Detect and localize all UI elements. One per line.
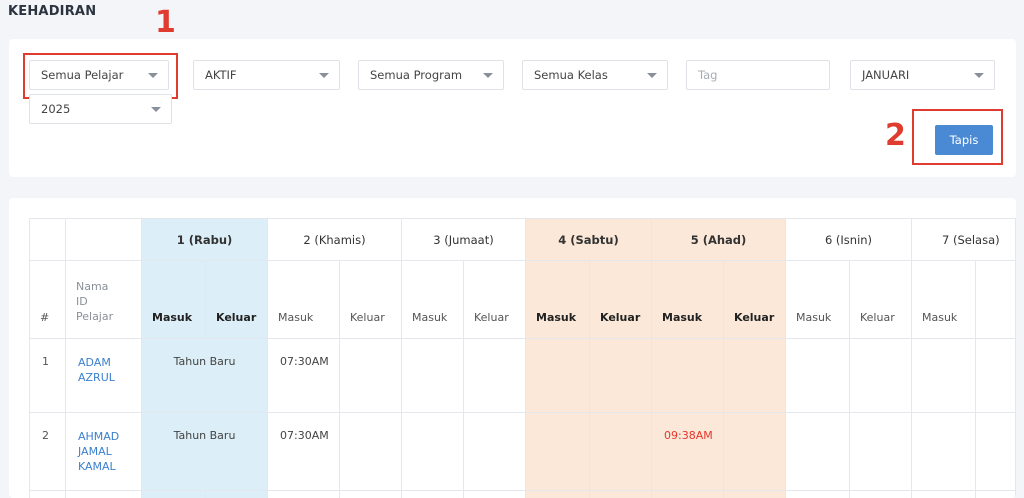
- row-number: 2: [29, 412, 66, 491]
- time-in-cell: [785, 412, 850, 491]
- in-header: Masuk: [141, 260, 206, 339]
- time-out-cell: [723, 412, 786, 491]
- name-header-line: Nama: [76, 280, 109, 293]
- time-out-cell: [723, 338, 786, 413]
- out-header: Keluar: [463, 260, 526, 339]
- attendance-card: 1 (Rabu) 2 (Khamis) 3 (Jumaat) 4 (Sabtu)…: [9, 198, 1016, 498]
- time-in-cell: 07:30AM: [267, 412, 340, 491]
- day-header: 6 (Isnin): [785, 218, 912, 261]
- holiday-cell: Tahun Baru: [141, 338, 268, 413]
- chevron-down-icon: [151, 107, 161, 112]
- program-select[interactable]: Semua Program: [358, 60, 504, 90]
- year-select-value: 2025: [41, 102, 71, 116]
- table-row: [29, 490, 1016, 498]
- page-title: KEHADIRAN: [8, 4, 97, 19]
- status-select[interactable]: AKTIF: [193, 60, 340, 90]
- out-header: Keluar: [339, 260, 402, 339]
- chevron-down-icon: [483, 73, 493, 78]
- callout-box-1: [23, 53, 178, 99]
- out-header: Keluar: [849, 260, 912, 339]
- student-name-line: KAMAL: [78, 460, 116, 473]
- in-header: Masuk: [267, 260, 340, 339]
- name-header-line: ID: [76, 295, 88, 308]
- time-out-cell: [849, 412, 912, 491]
- time-out-cell: [975, 338, 1016, 413]
- name-header-line: Pelajar: [76, 310, 114, 323]
- in-header: Masuk: [785, 260, 850, 339]
- class-select-value: Semua Kelas: [534, 68, 608, 82]
- time-in-cell: [525, 412, 590, 491]
- name-header: Nama ID Pelajar: [65, 260, 142, 339]
- callout-number-1: 1: [155, 5, 176, 40]
- student-name-link[interactable]: ADAM AZRUL: [65, 338, 142, 413]
- time-in-cell: [651, 338, 724, 413]
- out-header: Keluar: [723, 260, 786, 339]
- time-out-cell: [849, 338, 912, 413]
- corner-cell: [29, 218, 66, 261]
- in-header: Masuk: [651, 260, 724, 339]
- number-header: #: [29, 260, 66, 339]
- tag-input[interactable]: Tag: [686, 60, 830, 90]
- time-in-cell: [785, 338, 850, 413]
- time-in-cell: [911, 412, 976, 491]
- program-select-value: Semua Program: [370, 68, 463, 82]
- attendance-table: 1 (Rabu) 2 (Khamis) 3 (Jumaat) 4 (Sabtu)…: [29, 218, 1016, 498]
- student-name-link[interactable]: AHMAD JAMAL KAMAL: [65, 412, 142, 491]
- out-header: [975, 260, 1016, 339]
- time-in-cell: [911, 338, 976, 413]
- in-header: Masuk: [911, 260, 976, 339]
- table-row: 1 ADAM AZRUL Tahun Baru 07:30AM: [29, 338, 1016, 413]
- callout-number-2: 2: [885, 118, 906, 153]
- out-header: Keluar: [205, 260, 268, 339]
- row-number: 1: [29, 338, 66, 413]
- time-in-cell: 09:38AM: [651, 412, 724, 491]
- tag-input-placeholder: Tag: [698, 68, 718, 82]
- chevron-down-icon: [647, 73, 657, 78]
- time-out-cell: [589, 412, 652, 491]
- time-out-cell: [975, 412, 1016, 491]
- name-corner-cell: [65, 218, 142, 261]
- in-header: Masuk: [525, 260, 590, 339]
- student-name-line: AZRUL: [78, 371, 115, 384]
- in-header: Masuk: [401, 260, 464, 339]
- holiday-cell: Tahun Baru: [141, 412, 268, 491]
- time-out-cell: [463, 338, 526, 413]
- filter-panel: Semua Pelajar AKTIF Semua Program Semua …: [9, 39, 1016, 177]
- time-in-cell: [401, 338, 464, 413]
- day-header: 7 (Selasa): [911, 218, 1016, 261]
- time-out-cell: [339, 338, 402, 413]
- day-header: 5 (Ahad): [651, 218, 786, 261]
- month-select[interactable]: JANUARI: [850, 60, 995, 90]
- day-header: 4 (Sabtu): [525, 218, 652, 261]
- day-header: 3 (Jumaat): [401, 218, 526, 261]
- out-header: Keluar: [589, 260, 652, 339]
- filter-button[interactable]: Tapis: [935, 125, 993, 155]
- time-in-cell: 07:30AM: [267, 338, 340, 413]
- chevron-down-icon: [319, 73, 329, 78]
- day-header: 1 (Rabu): [141, 218, 268, 261]
- time-out-cell: [463, 412, 526, 491]
- chevron-down-icon: [974, 73, 984, 78]
- month-select-value: JANUARI: [862, 68, 910, 82]
- student-name-line: JAMAL: [78, 445, 112, 458]
- student-name-line: ADAM: [78, 356, 111, 369]
- time-in-cell: [525, 338, 590, 413]
- time-out-cell: [339, 412, 402, 491]
- year-select[interactable]: 2025: [29, 94, 172, 124]
- time-out-cell: [589, 338, 652, 413]
- class-select[interactable]: Semua Kelas: [522, 60, 668, 90]
- table-row: 2 AHMAD JAMAL KAMAL Tahun Baru 07:30AM 0…: [29, 412, 1016, 491]
- status-select-value: AKTIF: [205, 68, 237, 82]
- student-name-line: AHMAD: [78, 430, 120, 443]
- day-header: 2 (Khamis): [267, 218, 402, 261]
- time-in-cell: [401, 412, 464, 491]
